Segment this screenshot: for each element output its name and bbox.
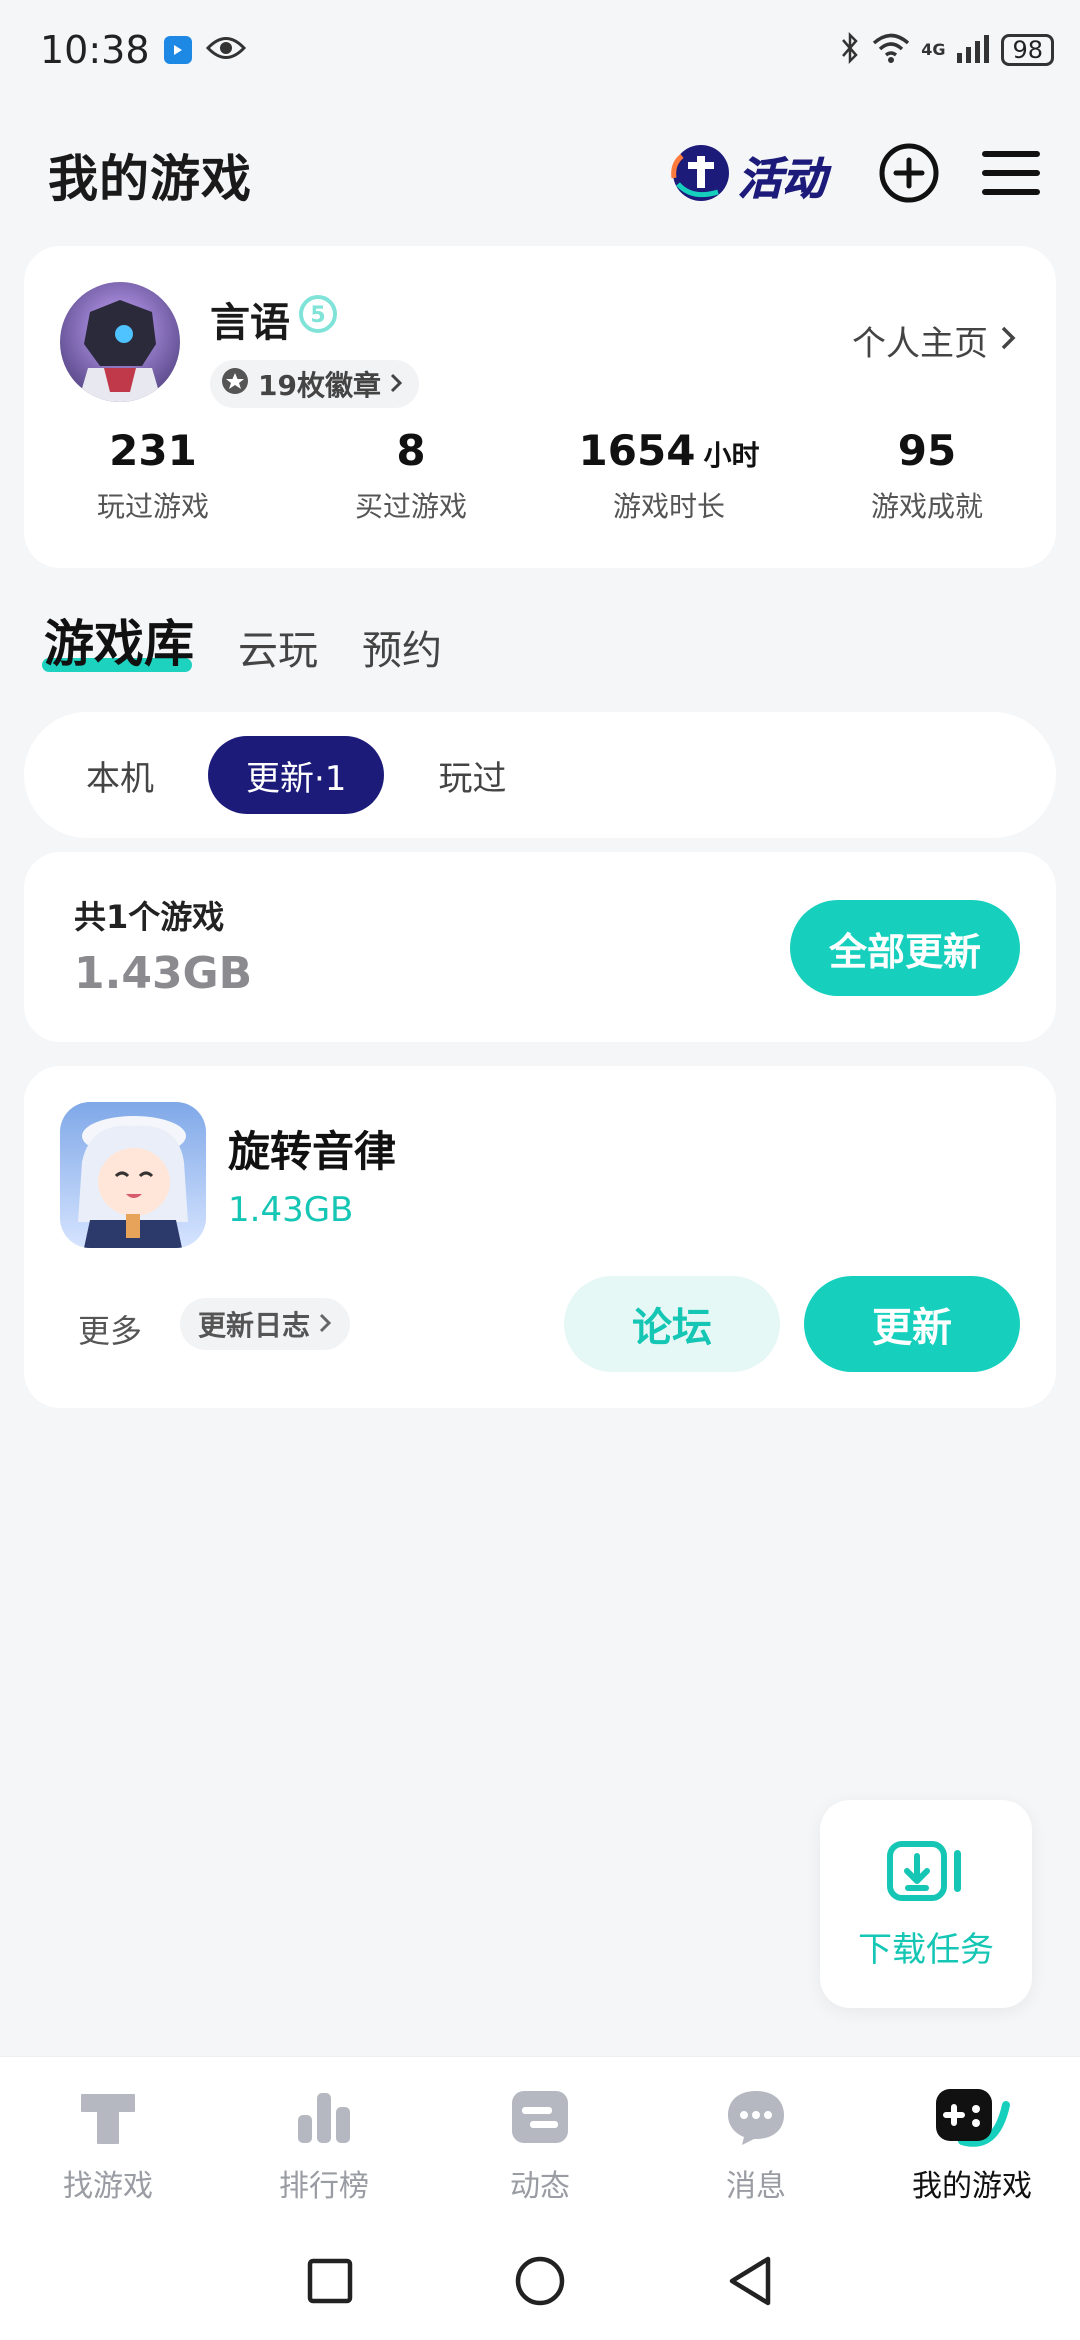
nav-label: 排行榜 — [279, 2169, 369, 2204]
nav-label: 动态 — [510, 2169, 570, 2204]
chevron-right-icon — [318, 1308, 332, 1341]
feed-icon — [508, 2085, 572, 2153]
filter-played[interactable]: 玩过 — [400, 736, 544, 814]
game-size: 1.43GB — [228, 1190, 354, 1230]
homepage-label: 个人主页 — [852, 324, 988, 364]
tab-label: 云玩 — [238, 628, 318, 674]
stat-value: 8 — [396, 426, 426, 475]
stat-value: 95 — [897, 426, 957, 475]
filter-updates[interactable]: 更新·1 — [208, 736, 385, 814]
nav-ranking[interactable]: 排行榜 — [216, 2057, 432, 2226]
signal-icon — [955, 33, 991, 67]
changelog-label: 更新日志 — [198, 1309, 311, 1342]
stat-label: 买过游戏 — [354, 490, 467, 523]
stat-bought-games[interactable]: 8 买过游戏 — [282, 426, 540, 525]
nav-label: 我的游戏 — [912, 2169, 1032, 2204]
tab-game-library[interactable]: 游戏库 — [42, 604, 194, 676]
bottom-navigation: 找游戏 排行榜 动态 消息 我的游戏 — [0, 2056, 1080, 2226]
menu-button[interactable] — [978, 142, 1044, 208]
battery-indicator: 98 — [1001, 34, 1054, 66]
stat-value: 231 — [109, 426, 197, 475]
add-button[interactable] — [876, 142, 942, 208]
status-bar: 10:38 4G 98 — [0, 0, 1080, 100]
app-header: 我的游戏 活动 — [0, 130, 1080, 220]
stat-value: 1654 — [578, 426, 696, 475]
activity-label: 活动 — [738, 154, 827, 206]
forum-button[interactable]: 论坛 — [564, 1276, 780, 1372]
tab-reservations[interactable]: 预约 — [362, 618, 442, 676]
stat-label: 玩过游戏 — [96, 490, 209, 523]
update-summary-card: 共1个游戏 1.43GB 全部更新 — [24, 852, 1056, 1042]
nav-messages[interactable]: 消息 — [648, 2057, 864, 2226]
library-tabs: 游戏库 云玩 预约 — [42, 604, 442, 676]
level-badge-icon: 5 — [298, 294, 338, 344]
badges-label: 19枚徽章 — [258, 369, 381, 402]
messages-icon — [724, 2085, 788, 2153]
tab-label: 预约 — [362, 628, 442, 674]
game-count: 共1个游戏 — [74, 898, 225, 936]
stat-play-time[interactable]: 1654 小时 游戏时长 — [540, 426, 798, 525]
nav-feed[interactable]: 动态 — [432, 2057, 648, 2226]
update-all-button[interactable]: 全部更新 — [790, 900, 1020, 996]
homepage-link[interactable]: 个人主页 — [852, 316, 1016, 365]
total-size: 1.43GB — [74, 948, 253, 999]
chevron-right-icon — [1000, 321, 1016, 361]
username: 言语 — [210, 300, 290, 346]
recent-apps-button[interactable] — [306, 2257, 354, 2309]
status-time: 10:38 — [40, 28, 150, 72]
game-card: 旋转音律 1.43GB 更多 更新日志 论坛 更新 — [24, 1066, 1056, 1408]
changelog-button[interactable]: 更新日志 — [180, 1298, 351, 1350]
eye-icon — [205, 35, 246, 65]
nav-find-games[interactable]: 找游戏 — [0, 2057, 216, 2226]
profile-stats: 231 玩过游戏 8 买过游戏 1654 小时 游戏时长 95 游戏成就 — [24, 426, 1056, 525]
game-name: 旋转音律 — [228, 1127, 397, 1176]
wifi-icon — [871, 32, 911, 68]
filter-bar: 本机 更新·1 玩过 — [24, 712, 1056, 838]
network-type: 4G — [921, 40, 946, 59]
system-navigation-bar — [0, 2226, 1080, 2340]
level-badge-text: 5 — [310, 303, 325, 328]
download-tasks-button[interactable]: 下载任务 — [820, 1800, 1032, 2008]
avatar[interactable] — [60, 282, 180, 402]
hamburger-menu-icon — [982, 148, 1040, 202]
my-games-icon — [932, 2085, 1012, 2153]
stat-unit: 小时 — [703, 439, 760, 472]
plus-circle-icon — [878, 142, 940, 208]
medal-icon — [220, 366, 250, 403]
find-games-icon — [76, 2085, 140, 2153]
page-title: 我的游戏 — [48, 150, 252, 208]
update-button[interactable]: 更新 — [804, 1276, 1020, 1372]
ranking-icon — [292, 2085, 356, 2153]
filter-local[interactable]: 本机 — [48, 736, 192, 814]
stat-played-games[interactable]: 231 玩过游戏 — [24, 426, 282, 525]
stat-label: 游戏时长 — [612, 490, 725, 523]
tab-cloud-play[interactable]: 云玩 — [238, 618, 318, 676]
tab-label: 游戏库 — [44, 615, 194, 673]
app-notification-icon — [163, 36, 192, 64]
nav-label: 消息 — [726, 2169, 786, 2204]
game-icon[interactable] — [60, 1102, 206, 1248]
stat-label: 游戏成就 — [870, 490, 983, 523]
home-button[interactable] — [514, 2255, 566, 2311]
stat-achievements[interactable]: 95 游戏成就 — [798, 426, 1056, 525]
download-icon — [886, 1838, 966, 1908]
activity-logo-icon — [670, 142, 732, 208]
nav-label: 找游戏 — [63, 2169, 153, 2204]
nav-my-games[interactable]: 我的游戏 — [864, 2057, 1080, 2226]
chevron-right-icon — [389, 368, 403, 401]
back-button[interactable] — [726, 2255, 774, 2311]
badges-link[interactable]: 19枚徽章 — [210, 360, 419, 408]
download-tasks-label: 下载任务 — [858, 1929, 994, 1970]
bluetooth-icon — [839, 31, 861, 69]
more-button[interactable]: 更多 — [78, 1306, 142, 1352]
profile-card: 言语 5 19枚徽章 个人主页 231 玩过游戏 8 买过游戏 1654 小时 … — [24, 246, 1056, 568]
activity-button[interactable]: 活动 — [660, 137, 840, 213]
